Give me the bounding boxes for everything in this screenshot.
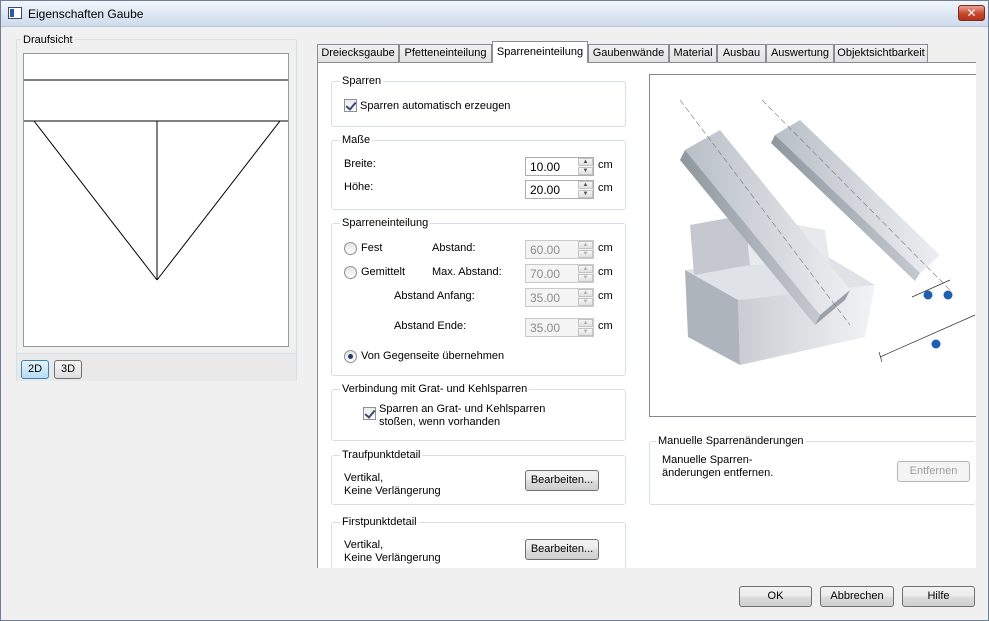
abstand-anfang-up-arrow-icon: ▲ xyxy=(578,289,593,297)
entfernen-button[interactable]: Entfernen xyxy=(897,461,970,482)
abstand-anfang-input xyxy=(526,289,578,306)
window-title: Eigenschaften Gaube xyxy=(28,7,144,21)
fest-label: Fest xyxy=(361,242,383,254)
traufpunkt-edit-button[interactable]: Bearbeiten... xyxy=(525,470,599,491)
tab-gaubenwaende[interactable]: Gaubenwände xyxy=(588,44,669,62)
abstand-anfang-unit: cm xyxy=(598,290,613,302)
grat-kehl-label-line1: Sparren an Grat- und Kehlsparren xyxy=(379,403,546,415)
cancel-button[interactable]: Abbrechen xyxy=(820,586,894,607)
abstand-input xyxy=(526,241,578,258)
breite-up-arrow-icon[interactable]: ▲ xyxy=(578,158,593,166)
abstand-anfang-down-arrow-icon: ▼ xyxy=(578,298,593,306)
firstpunkt-edit-button[interactable]: Bearbeiten... xyxy=(525,539,599,560)
dimension-marker-1 xyxy=(923,290,933,300)
tab-ausbau[interactable]: Ausbau xyxy=(717,44,766,62)
gegenseite-radio[interactable] xyxy=(344,350,357,363)
draufsicht-label: Draufsicht xyxy=(21,34,75,47)
abstand-ende-label: Abstand Ende: xyxy=(394,320,467,332)
tab-pfetteneinteilung[interactable]: Pfetteneinteilung xyxy=(399,44,492,62)
traufpunkt-group-label: Traufpunktdetail xyxy=(340,448,423,462)
auto-sparren-label: Sparren automatisch erzeugen xyxy=(360,100,511,112)
manual-changes-group: Manuelle Sparrenänderungen Manuelle Spar… xyxy=(649,434,976,505)
abstand-down-arrow-icon: ▼ xyxy=(578,250,593,258)
verbindung-group: Verbindung mit Grat- und Kehlsparren Spa… xyxy=(331,382,626,441)
tab-material[interactable]: Material xyxy=(669,44,717,62)
grat-kehl-label-line2: stoßen, wenn vorhanden xyxy=(379,416,501,428)
sparreneinteilung-group: Sparreneinteilung Fest Abstand: ▲▼ cm Ge… xyxy=(331,216,626,376)
abstand-up-arrow-icon: ▲ xyxy=(578,241,593,249)
tab-auswertung[interactable]: Auswertung xyxy=(766,44,834,62)
tab-objektsichtbarkeit[interactable]: Objektsichtbarkeit xyxy=(834,44,928,62)
title-bar: Eigenschaften Gaube ✕ xyxy=(1,1,988,27)
roof-plan-drawing xyxy=(24,79,288,281)
abstand-label: Abstand: xyxy=(432,242,476,254)
hoehe-unit: cm xyxy=(598,182,613,194)
abstand-anfang-stepper: ▲▼ xyxy=(525,288,594,307)
manual-changes-line1: Manuelle Sparren- xyxy=(662,454,753,466)
max-abstand-label: Max. Abstand: xyxy=(432,266,502,278)
rafter-3d-illustration xyxy=(679,99,976,365)
abstand-ende-stepper: ▲▼ xyxy=(525,318,594,337)
fest-radio[interactable] xyxy=(344,242,357,255)
max-abstand-unit: cm xyxy=(598,266,613,278)
abstand-unit: cm xyxy=(598,242,613,254)
hoehe-input[interactable] xyxy=(526,181,578,198)
rafter-preview-image xyxy=(649,74,976,417)
app-window-icon xyxy=(8,7,22,19)
firstpunkt-group-label: Firstpunktdetail xyxy=(340,515,419,529)
masse-group-label: Maße xyxy=(340,133,373,147)
firstpunkt-line1: Vertikal, xyxy=(344,539,384,551)
abstand-stepper: ▲▼ xyxy=(525,240,594,259)
gemittelt-radio[interactable] xyxy=(344,266,357,279)
dialog-window: Eigenschaften Gaube ✕ Draufsicht 2D 3D D… xyxy=(0,0,989,621)
sparren-group: Sparren Sparren automatisch erzeugen xyxy=(331,74,626,127)
masse-group: Maße Breite: ▲▼ cm Höhe: ▲▼ cm xyxy=(331,133,626,210)
abstand-ende-input xyxy=(526,319,578,336)
hoehe-down-arrow-icon[interactable]: ▼ xyxy=(578,190,593,198)
hoehe-up-arrow-icon[interactable]: ▲ xyxy=(578,181,593,189)
grat-kehl-checkbox[interactable] xyxy=(363,407,376,420)
hoehe-stepper[interactable]: ▲▼ xyxy=(525,180,594,199)
gegenseite-label: Von Gegenseite übernehmen xyxy=(361,350,505,362)
view-3d-button[interactable]: 3D xyxy=(54,360,82,379)
gemittelt-label: Gemittelt xyxy=(361,266,406,278)
verbindung-group-label: Verbindung mit Grat- und Kehlsparren xyxy=(340,382,530,396)
abstand-ende-down-arrow-icon: ▼ xyxy=(578,328,593,336)
tab-sparreneinteilung[interactable]: Sparreneinteilung xyxy=(492,41,588,63)
ok-button[interactable]: OK xyxy=(739,586,812,607)
traufpunkt-line1: Vertikal, xyxy=(344,472,384,484)
firstpunkt-line2: Keine Verlängerung xyxy=(344,552,441,564)
max-abstand-stepper: ▲▼ xyxy=(525,264,594,283)
max-abstand-input xyxy=(526,265,578,282)
traufpunkt-group: Traufpunktdetail Vertikal, Keine Verläng… xyxy=(331,448,626,505)
hoehe-label: Höhe: xyxy=(344,181,374,193)
view-2d-button[interactable]: 2D xyxy=(21,360,49,379)
dialog-footer: OK Abbrechen Hilfe xyxy=(1,568,988,620)
manual-changes-label: Manuelle Sparrenänderungen xyxy=(656,434,806,448)
abstand-ende-up-arrow-icon: ▲ xyxy=(578,319,593,327)
breite-unit: cm xyxy=(598,159,613,171)
help-button[interactable]: Hilfe xyxy=(902,586,975,607)
abstand-anfang-label: Abstand Anfang: xyxy=(394,290,475,302)
max-abstand-down-arrow-icon: ▼ xyxy=(578,274,593,282)
dimension-marker-3 xyxy=(931,339,941,349)
view-toggle-bar: 2D 3D xyxy=(17,353,296,381)
breite-input[interactable] xyxy=(526,158,578,175)
max-abstand-up-arrow-icon: ▲ xyxy=(578,265,593,273)
draufsicht-canvas[interactable] xyxy=(23,53,289,347)
auto-sparren-checkbox[interactable] xyxy=(344,99,357,112)
tab-dreiecksgaube[interactable]: Dreiecksgaube xyxy=(317,44,399,62)
dialog-client-area: Draufsicht 2D 3D Dreiecksgaube Pfettenei… xyxy=(1,28,988,620)
dimension-marker-2 xyxy=(943,290,953,300)
breite-down-arrow-icon[interactable]: ▼ xyxy=(578,167,593,175)
breite-label: Breite: xyxy=(344,158,376,170)
traufpunkt-line2: Keine Verlängerung xyxy=(344,485,441,497)
manual-changes-line2: änderungen entfernen. xyxy=(662,467,774,479)
close-button[interactable]: ✕ xyxy=(958,5,985,21)
sparreneinteilung-group-label: Sparreneinteilung xyxy=(340,216,431,230)
sparren-group-label: Sparren xyxy=(340,74,384,88)
breite-stepper[interactable]: ▲▼ xyxy=(525,157,594,176)
abstand-ende-unit: cm xyxy=(598,320,613,332)
